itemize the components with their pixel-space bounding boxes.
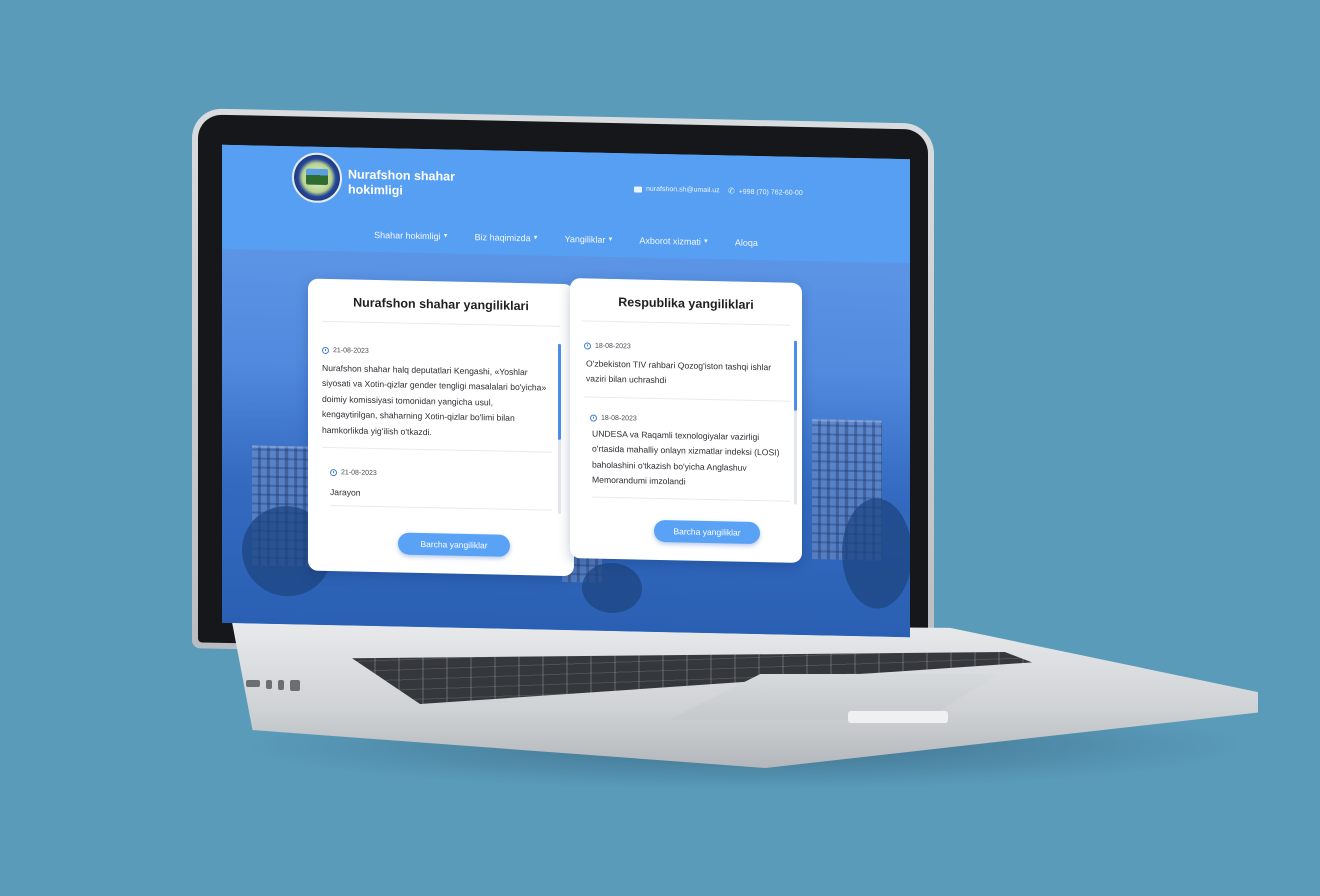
clock-icon [322,346,329,355]
envelope-icon [634,185,642,193]
news-scrollbar-thumb[interactable] [794,340,797,411]
nav-item-label: Aloqa [734,237,758,249]
divider [322,320,560,327]
main-nav: Shahar hokimligi ▼ Biz haqimizda ▼ Yangi… [222,227,910,251]
news-date: 21-08-2023 [330,469,377,477]
news-date-text: 18-08-2023 [601,414,637,423]
usb-port [246,680,260,687]
nav-item-aloqa[interactable]: Aloqa [735,238,758,248]
site-title[interactable]: Nurafshon shahar hokimligi [348,167,468,200]
clock-icon [330,469,337,477]
nav-item-label: Yangiliklar [564,233,606,245]
all-news-button[interactable]: Barcha yangiliklar [398,532,510,557]
news-scrollbar-thumb[interactable] [558,343,561,440]
phone-text: +998 (70) 762-60-00 [738,188,803,197]
news-date: 18-08-2023 [584,342,631,350]
nav-item-biz-haqimizda[interactable]: Biz haqimizda ▼ [475,232,539,243]
caret-down-icon: ▼ [607,236,614,243]
usb-port [278,680,284,690]
caret-down-icon: ▼ [532,235,539,242]
email-contact[interactable]: nurafshon.sh@umail.uz [634,185,720,194]
republic-news-card: Respublika yangiliklari 18-08-2023 O'zbe… [570,278,802,563]
news-date-text: 21-08-2023 [341,469,377,478]
caret-down-icon: ▼ [442,233,449,240]
divider [322,446,552,453]
city-news-title: Nurafshon shahar yangiliklari [353,295,529,314]
divider [582,320,790,326]
news-item-link[interactable]: Nurafshon shahar halq deputatlari Kengas… [322,361,550,443]
background-tree [842,497,910,610]
news-item-link[interactable]: O'zbekiston TIV rahbari Qozog'iston tash… [586,356,782,391]
divider [592,496,790,502]
clock-icon [584,342,591,350]
news-date-text: 18-08-2023 [595,342,631,351]
email-text: nurafshon.sh@umail.uz [646,185,720,195]
news-item-link[interactable]: Jarayon [330,485,550,505]
city-logo[interactable] [292,152,342,204]
phone-icon: ✆ [728,186,735,196]
news-date: 18-08-2023 [590,414,637,423]
nav-item-label: Biz haqimizda [474,232,531,244]
republic-news-title: Respublika yangiliklari [618,295,754,312]
nav-item-axborot-xizmati[interactable]: Axborot xizmati ▼ [639,236,708,247]
clock-icon [590,414,597,422]
nav-item-label: Shahar hokimligi [374,229,441,242]
logo-emblem [306,168,328,186]
screen: Nurafshon shahar hokimligi nurafshon.sh@… [222,144,910,638]
news-date-text: 21-08-2023 [333,347,369,355]
laptop-lip [848,711,948,723]
city-news-card: Nurafshon shahar yangiliklari 21-08-2023… [308,278,574,577]
divider [330,505,552,511]
divider [584,396,790,402]
background-tree [582,562,642,614]
nav-item-shahar-hokimligi[interactable]: Shahar hokimligi ▼ [374,230,449,242]
caret-down-icon: ▼ [702,238,709,245]
usb-port [290,680,300,691]
phone-contact[interactable]: ✆ +998 (70) 762-60-00 [728,186,803,197]
site-header: Nurafshon shahar hokimligi nurafshon.sh@… [222,144,910,264]
nav-item-yangiliklar[interactable]: Yangiliklar ▼ [565,234,614,245]
news-item-link[interactable]: UNDESA va Raqamli texnologiyalar vazirli… [592,427,788,493]
news-date: 21-08-2023 [322,346,369,355]
nav-item-label: Axborot xizmati [639,235,701,247]
usb-port [266,680,272,689]
all-news-button[interactable]: Barcha yangiliklar [654,519,760,545]
